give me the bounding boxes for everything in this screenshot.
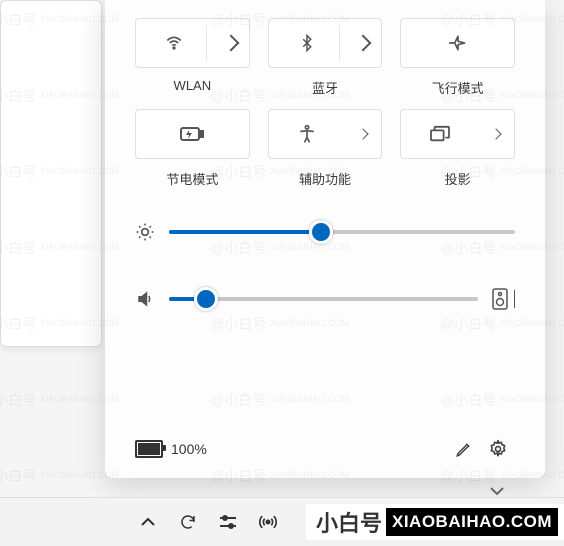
tile-project: 投影 (400, 109, 515, 188)
sync-icon[interactable] (171, 505, 205, 539)
airplane-toggle[interactable] (400, 18, 515, 68)
wifi-icon (136, 33, 213, 53)
logo-en: XIAOBAIHAO.COM (386, 508, 558, 536)
tile-airplane: 飞行模式 (400, 18, 515, 97)
tile-bluetooth: 蓝牙 (268, 18, 383, 97)
bluetooth-expand[interactable] (345, 37, 381, 49)
project-icon (401, 125, 478, 143)
bluetooth-label: 蓝牙 (268, 78, 383, 97)
airplane-icon (401, 33, 514, 53)
wifi-expand[interactable] (213, 37, 249, 49)
volume-row (135, 288, 515, 310)
accessibility-icon (269, 124, 346, 144)
battery-saver-label: 节电模式 (135, 169, 250, 188)
accessibility-toggle[interactable] (268, 109, 383, 159)
audio-output-icon[interactable] (492, 288, 508, 310)
brightness-row (135, 222, 515, 242)
project-toggle[interactable] (400, 109, 515, 159)
wifi-label: WLAN (135, 78, 250, 93)
settings-button[interactable] (481, 432, 515, 466)
edit-button[interactable] (447, 432, 481, 466)
tray-overflow-button[interactable] (131, 505, 165, 539)
brightness-slider[interactable] (169, 222, 515, 242)
tile-accessibility: 辅助功能 (268, 109, 383, 188)
accessibility-expand[interactable] (345, 130, 381, 138)
quick-settings-panel: WLAN 蓝牙 飞行模式 (105, 0, 545, 478)
logo-cn: 小白号 (316, 506, 382, 538)
background-window (0, 0, 102, 347)
watermark-logo: 小白号 XIAOBAIHAO.COM (306, 504, 564, 540)
project-expand[interactable] (478, 130, 514, 138)
accessibility-label: 辅助功能 (268, 169, 383, 188)
panel-footer: 100% (135, 432, 515, 466)
wifi-toggle[interactable] (135, 18, 250, 68)
bluetooth-toggle[interactable] (268, 18, 383, 68)
bluetooth-icon (269, 33, 346, 53)
battery-saver-toggle[interactable] (135, 109, 250, 159)
battery-percent: 100% (171, 441, 207, 457)
battery-saver-icon (136, 126, 249, 142)
airplane-label: 飞行模式 (400, 78, 515, 97)
brightness-icon (135, 222, 155, 242)
battery-icon (135, 440, 163, 458)
sliders-icon[interactable] (211, 505, 245, 539)
tile-battery-saver: 节电模式 (135, 109, 250, 188)
volume-slider[interactable] (169, 289, 478, 309)
volume-icon (135, 290, 155, 308)
audio-output-expand[interactable] (514, 290, 515, 308)
battery-status[interactable]: 100% (135, 440, 207, 458)
broadcast-icon[interactable] (251, 505, 285, 539)
project-label: 投影 (400, 169, 515, 188)
tray-collapse-icon[interactable] (490, 486, 504, 496)
tile-wifi: WLAN (135, 18, 250, 97)
